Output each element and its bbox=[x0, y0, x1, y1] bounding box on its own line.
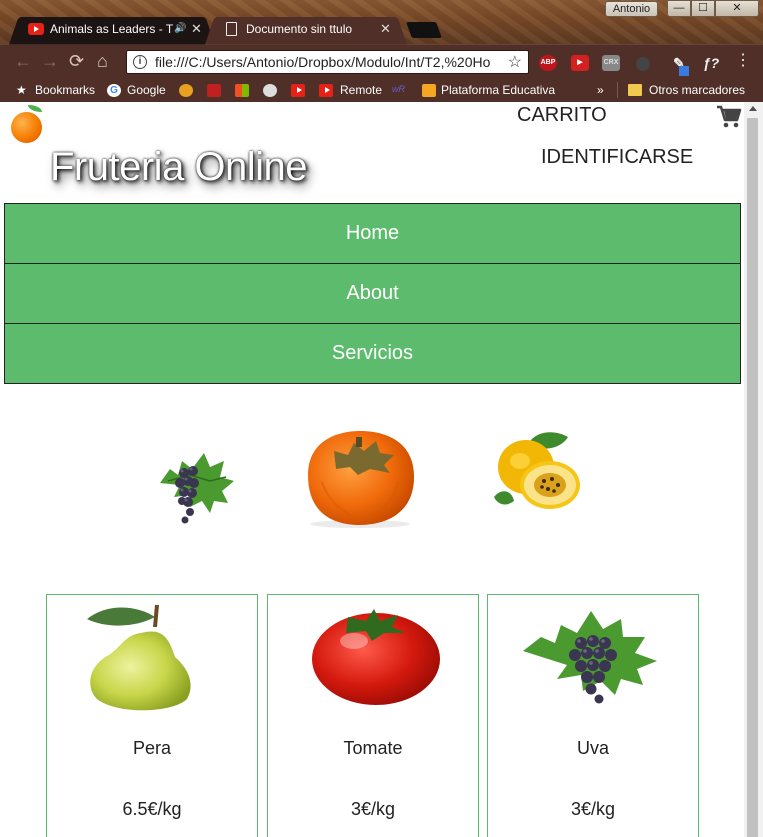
passion-fruit-image bbox=[494, 432, 580, 509]
youtube-icon bbox=[28, 23, 44, 35]
forward-icon[interactable]: → bbox=[41, 52, 59, 70]
new-tab-button[interactable] bbox=[406, 22, 442, 38]
bookmark-google[interactable]: Google bbox=[127, 81, 166, 99]
login-link[interactable]: IDENTIFICARSE bbox=[541, 146, 693, 169]
leaf-icon bbox=[28, 105, 42, 112]
reload-icon[interactable]: ⟳ bbox=[69, 52, 84, 70]
site-title: Fruteria Online bbox=[50, 145, 308, 189]
bookmarks-star-icon[interactable]: ★ bbox=[16, 81, 27, 99]
maximize-button[interactable]: ☐ bbox=[691, 0, 715, 17]
bookmark-bookmarks[interactable]: Bookmarks bbox=[35, 81, 95, 99]
function-icon[interactable]: ƒ? bbox=[702, 55, 720, 71]
adblock-plus-icon[interactable]: ABP bbox=[539, 55, 557, 71]
speaker-icon[interactable]: 🔊 bbox=[174, 16, 186, 42]
home-icon[interactable]: ⌂ bbox=[97, 52, 108, 70]
scrollbar[interactable] bbox=[744, 102, 763, 837]
tab-label: Animals as Leaders - T bbox=[50, 22, 174, 36]
bookmark-otros-marcadores[interactable]: Otros marcadores bbox=[649, 81, 745, 99]
bookmarks-separator bbox=[617, 82, 618, 98]
document-icon bbox=[226, 22, 237, 36]
profile-button[interactable]: Antonio bbox=[605, 1, 658, 17]
disc-icon[interactable] bbox=[636, 57, 650, 71]
tab-documento[interactable]: Documento sin ttulo ✕ bbox=[205, 16, 407, 45]
scrollbar-thumb[interactable] bbox=[747, 118, 758, 837]
youtube-ext-icon[interactable]: ▶ bbox=[571, 55, 589, 71]
page-viewport: Fruteria Online CARRITO IDENTIFICARSE Ho… bbox=[0, 102, 763, 837]
pen-badge-icon bbox=[679, 66, 689, 76]
product-name: Pera bbox=[132, 738, 172, 758]
menu-icon[interactable]: ⋮ bbox=[735, 52, 751, 70]
crx-icon[interactable]: CRX bbox=[602, 55, 620, 71]
product-card-uva[interactable]: Uva 3€/kg bbox=[487, 594, 699, 837]
wr-icon[interactable]: wR bbox=[392, 84, 406, 97]
bookmarks-bar: ★ Bookmarks G Google Remote wR Plataform… bbox=[0, 78, 763, 102]
nav-home[interactable]: Home bbox=[4, 203, 741, 264]
tab-label: Documento sin ttulo bbox=[246, 22, 353, 36]
youtube-icon[interactable] bbox=[291, 84, 305, 97]
persimmon-image bbox=[308, 431, 414, 528]
main-nav: Home About Servicios bbox=[4, 203, 741, 384]
url-text[interactable]: file:///C:/Users/Antonio/Dropbox/Modulo/… bbox=[155, 54, 505, 70]
product-price: 3€/kg bbox=[350, 799, 396, 819]
product-name: Uva bbox=[576, 738, 609, 758]
info-icon[interactable]: i bbox=[133, 55, 147, 69]
product-name: Tomate bbox=[343, 738, 403, 758]
grapes-image bbox=[523, 611, 657, 704]
bookmark-plataforma[interactable]: Plataforma Educativa bbox=[441, 81, 555, 99]
product-price: 3€/kg bbox=[570, 799, 616, 819]
minimize-button[interactable]: — bbox=[667, 0, 691, 17]
youtube-icon bbox=[319, 84, 333, 97]
folder-icon bbox=[628, 84, 642, 96]
google-icon: G bbox=[107, 84, 121, 97]
nav-servicios[interactable]: Servicios bbox=[4, 323, 741, 384]
browser-toolbar: ← → ⟳ ⌂ i file:///C:/Users/Antonio/Dropb… bbox=[0, 44, 763, 78]
cart-link[interactable]: CARRITO bbox=[517, 104, 607, 127]
red-logo-icon[interactable] bbox=[207, 84, 221, 97]
steam-icon[interactable] bbox=[263, 84, 277, 97]
education-icon bbox=[422, 84, 436, 97]
tab-animals-as-leaders[interactable]: Animals as Leaders - T 🔊 ✕ bbox=[8, 16, 216, 45]
back-icon[interactable]: ← bbox=[14, 52, 32, 70]
bookmark-remote[interactable]: Remote bbox=[340, 81, 382, 99]
grapes-image bbox=[160, 453, 234, 524]
tomato-image bbox=[312, 609, 440, 705]
product-card-tomate[interactable]: Tomate 3€/kg bbox=[267, 594, 479, 837]
close-tab-icon[interactable]: ✕ bbox=[191, 16, 202, 42]
bookmarks-overflow-icon[interactable]: » bbox=[597, 81, 604, 99]
pear-image bbox=[87, 604, 191, 711]
product-card-pera[interactable]: Pera 6.5€/kg bbox=[46, 594, 258, 837]
scroll-up-arrow-icon[interactable] bbox=[749, 106, 757, 111]
close-tab-icon[interactable]: ✕ bbox=[380, 16, 391, 42]
address-bar[interactable]: i file:///C:/Users/Antonio/Dropbox/Modul… bbox=[126, 50, 529, 74]
close-window-button[interactable]: ✕ bbox=[715, 0, 759, 17]
bookmark-star-icon[interactable]: ☆ bbox=[508, 52, 522, 72]
windows-icon[interactable] bbox=[235, 84, 249, 97]
shopping-cart-icon[interactable] bbox=[716, 104, 742, 130]
orange-logo-icon[interactable] bbox=[179, 84, 193, 97]
orange-logo-icon bbox=[11, 112, 42, 143]
nav-about[interactable]: About bbox=[4, 263, 741, 324]
product-price: 6.5€/kg bbox=[122, 799, 182, 819]
